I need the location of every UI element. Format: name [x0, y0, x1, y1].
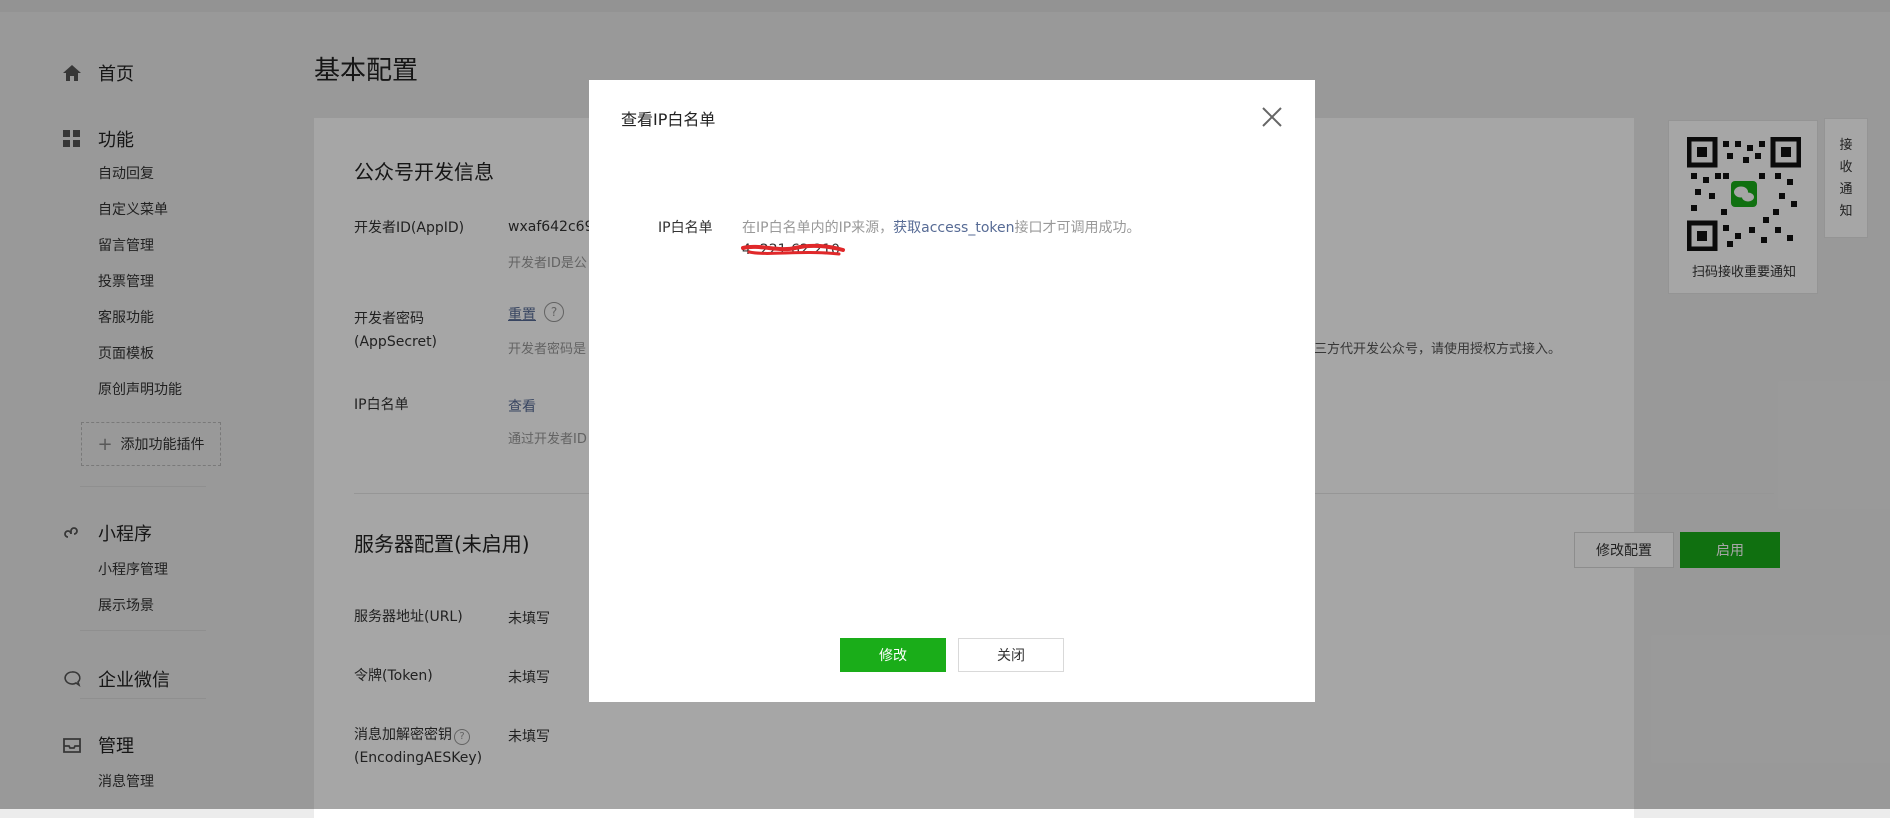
ip-whitelist-dialog: 查看IP白名单 IP白名单 在IP白名单内的IP来源，获取access_toke… [589, 80, 1315, 702]
dialog-modify-button[interactable]: 修改 [840, 638, 946, 672]
redaction-scribble [741, 243, 845, 256]
dialog-ip-label: IP白名单 [658, 220, 713, 236]
dialog-description: 在IP白名单内的IP来源，获取access_token接口才可调用成功。 [742, 217, 1140, 237]
access-token-link[interactable]: 获取access_token [893, 220, 1014, 236]
dialog-title: 查看IP白名单 [621, 110, 716, 129]
close-icon[interactable] [1259, 104, 1285, 130]
dialog-desc-suffix: 接口才可调用成功。 [1014, 220, 1141, 236]
dialog-desc-prefix: 在IP白名单内的IP来源， [742, 220, 894, 236]
dialog-close-button[interactable]: 关闭 [958, 638, 1064, 672]
